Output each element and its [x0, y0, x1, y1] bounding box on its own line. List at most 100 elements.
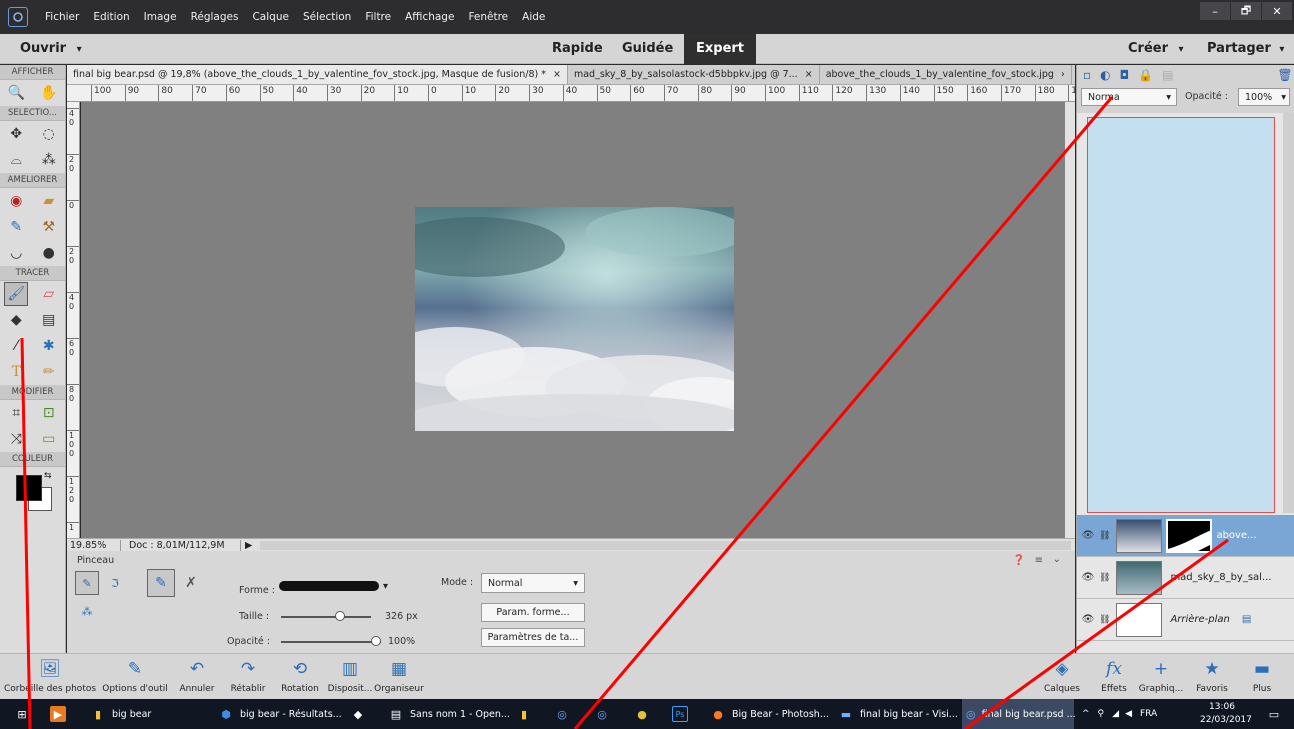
organizer-button[interactable]: ▦ Organiseur: [372, 654, 426, 700]
brush-settings-button[interactable]: Param. forme...: [481, 603, 585, 622]
menu-reglages[interactable]: Réglages: [184, 11, 246, 23]
gradient-tool-icon[interactable]: ▤: [37, 308, 61, 332]
taskbar-viewer[interactable]: ▬ final big bear - Visi...: [838, 699, 958, 729]
color-replacement-brush-icon[interactable]: ⁂: [75, 599, 99, 623]
clone-stamp-tool-icon[interactable]: ⚒: [37, 215, 61, 239]
taskbar-search-results[interactable]: ⬢ big bear - Résultats...: [218, 699, 342, 729]
taskbar-final-big-bear[interactable]: ◎ final big bear.psd ...: [962, 699, 1076, 729]
create-button[interactable]: Créer ▾: [1128, 34, 1184, 64]
type-tool-icon[interactable]: T: [4, 360, 28, 384]
favorites-button[interactable]: ★ Favoris: [1190, 654, 1234, 700]
pencil-tool-icon[interactable]: ✏: [37, 360, 61, 384]
tool-options-button[interactable]: ✎ Options d'outil: [102, 654, 168, 700]
app-logo-icon[interactable]: [8, 7, 28, 27]
opacity-slider[interactable]: [281, 641, 381, 643]
taskbar-media-app[interactable]: ▶: [50, 699, 72, 729]
tablet-settings-button[interactable]: Paramètres de ta...: [481, 628, 585, 647]
tab-above-the-clouds[interactable]: above_the_clouds_1_by_valentine_fov_stoc…: [820, 65, 1072, 84]
help-icon[interactable]: ❓: [1013, 555, 1025, 566]
straighten-tool-icon[interactable]: ▭: [37, 427, 61, 451]
brush-preset-icon[interactable]: ✎: [147, 569, 175, 597]
undo-button[interactable]: ↶ Annuler: [172, 654, 222, 700]
menu-fichier[interactable]: Fichier: [38, 11, 86, 23]
paint-bucket-tool-icon[interactable]: ◆: [4, 308, 28, 332]
menu-selection[interactable]: Sélection: [296, 11, 358, 23]
move-tool-icon[interactable]: ✥: [4, 122, 28, 146]
brush-tool-icon[interactable]: 🖌: [4, 282, 29, 306]
tab-mad-sky[interactable]: mad_sky_8_by_salsolastock-d5bbpkv.jpg @ …: [568, 65, 820, 84]
lock-all-icon[interactable]: ▤: [1162, 68, 1173, 82]
taskbar-firefox[interactable]: ● Big Bear - Photosh...: [710, 699, 829, 729]
vertical-scrollbar[interactable]: [1065, 102, 1075, 538]
eye-icon[interactable]: 👁: [1077, 530, 1099, 541]
new-layer-icon[interactable]: ▫: [1083, 68, 1091, 82]
layers-button[interactable]: ◈ Calques: [1040, 654, 1084, 700]
taskbar-pse-1[interactable]: ◎: [554, 699, 576, 729]
trash-icon[interactable]: 🗑: [1277, 68, 1292, 82]
redo-button[interactable]: ↷ Rétablir: [225, 654, 271, 700]
start-button[interactable]: ⊞: [14, 699, 36, 729]
taskbar-pse-2[interactable]: ◎: [594, 699, 616, 729]
size-slider-knob[interactable]: [335, 611, 345, 621]
close-icon[interactable]: ×: [805, 69, 813, 80]
menu-affichage[interactable]: Affichage: [398, 11, 461, 23]
wifi-icon[interactable]: ◢: [1112, 709, 1119, 719]
eraser-tool-icon[interactable]: ▱: [37, 282, 61, 306]
blur-tool-icon[interactable]: ◡: [4, 241, 28, 265]
close-button[interactable]: ✕: [1262, 2, 1292, 20]
opacity-slider-knob[interactable]: [371, 636, 381, 646]
airbrush-icon[interactable]: ✗: [177, 569, 205, 597]
color-picker-tool-icon[interactable]: ⁄: [4, 334, 28, 358]
layer-row-background[interactable]: 👁 ⛓ Arrière-plan ▤: [1077, 599, 1294, 641]
status-menu-arrow-icon[interactable]: ▶: [241, 540, 256, 551]
network-icon[interactable]: ⚲: [1098, 709, 1105, 719]
brush-shape-preview[interactable]: [279, 581, 379, 591]
healing-brush-tool-icon[interactable]: ▰: [37, 189, 61, 213]
impressionist-brush-icon[interactable]: ℑ: [103, 571, 127, 595]
tab-final-big-bear[interactable]: final big bear.psd @ 19,8% (above_the_cl…: [67, 65, 568, 84]
rotate-button[interactable]: ⟲ Rotation: [275, 654, 325, 700]
red-eye-tool-icon[interactable]: ◉: [4, 189, 28, 213]
layer-scrollbar[interactable]: [1283, 113, 1294, 513]
minimize-button[interactable]: –: [1200, 2, 1230, 20]
menu-fenetre[interactable]: Fenêtre: [461, 11, 515, 23]
menu-image[interactable]: Image: [137, 11, 184, 23]
size-slider[interactable]: [281, 616, 371, 618]
foreground-color-swatch[interactable]: [16, 475, 42, 501]
horizontal-scrollbar[interactable]: [260, 540, 1071, 550]
clock[interactable]: 13:06 22/03/2017: [1200, 701, 1252, 727]
layer-row-above[interactable]: 👁 ⛓ above...: [1077, 515, 1294, 557]
taskbar-big-bear-folder[interactable]: ▮ big bear: [90, 699, 151, 729]
chevron-down-icon[interactable]: ▾: [383, 581, 388, 592]
language-indicator[interactable]: FRA: [1140, 709, 1157, 719]
recompose-tool-icon[interactable]: ⊡: [37, 401, 61, 425]
canvas-area[interactable]: [81, 102, 1065, 538]
link-icon[interactable]: ⛓: [1099, 615, 1110, 625]
mode-expert[interactable]: Expert: [684, 34, 757, 64]
open-button[interactable]: Ouvrir ▾: [20, 34, 82, 64]
hand-tool-icon[interactable]: ✋: [37, 81, 61, 105]
more-button[interactable]: ▬ Plus: [1240, 654, 1284, 700]
content-aware-move-tool-icon[interactable]: ⤨: [4, 427, 28, 451]
crop-tool-icon[interactable]: ⌗: [4, 401, 28, 425]
layer-blend-select[interactable]: Norma ▾: [1081, 88, 1177, 106]
notifications-button[interactable]: ▭: [1266, 699, 1288, 729]
taskbar-openoffice[interactable]: ▤ Sans nom 1 - Open...: [388, 699, 510, 729]
menu-edition[interactable]: Edition: [86, 11, 136, 23]
taskbar-explorer[interactable]: ▮: [516, 699, 538, 729]
custom-shape-tool-icon[interactable]: ✱: [37, 334, 61, 358]
link-icon[interactable]: ⛓: [1099, 573, 1110, 583]
add-mask-icon[interactable]: ◘: [1120, 68, 1130, 82]
menu-aide[interactable]: Aide: [515, 11, 552, 23]
layer-opacity-input[interactable]: 100% ▾: [1238, 88, 1290, 106]
share-button[interactable]: Partager ▾: [1207, 34, 1284, 64]
taskbar-chrome[interactable]: ●: [634, 699, 656, 729]
lasso-tool-icon[interactable]: ⌓: [4, 148, 28, 172]
eye-icon[interactable]: 👁: [1077, 614, 1099, 625]
chevron-up-icon[interactable]: ^: [1082, 709, 1090, 719]
restore-button[interactable]: 🗗: [1231, 2, 1261, 20]
close-icon[interactable]: ×: [553, 69, 561, 80]
marquee-tool-icon[interactable]: ◌: [37, 122, 61, 146]
collapse-icon[interactable]: ⌄: [1053, 554, 1061, 565]
link-icon[interactable]: ⛓: [1099, 531, 1110, 541]
